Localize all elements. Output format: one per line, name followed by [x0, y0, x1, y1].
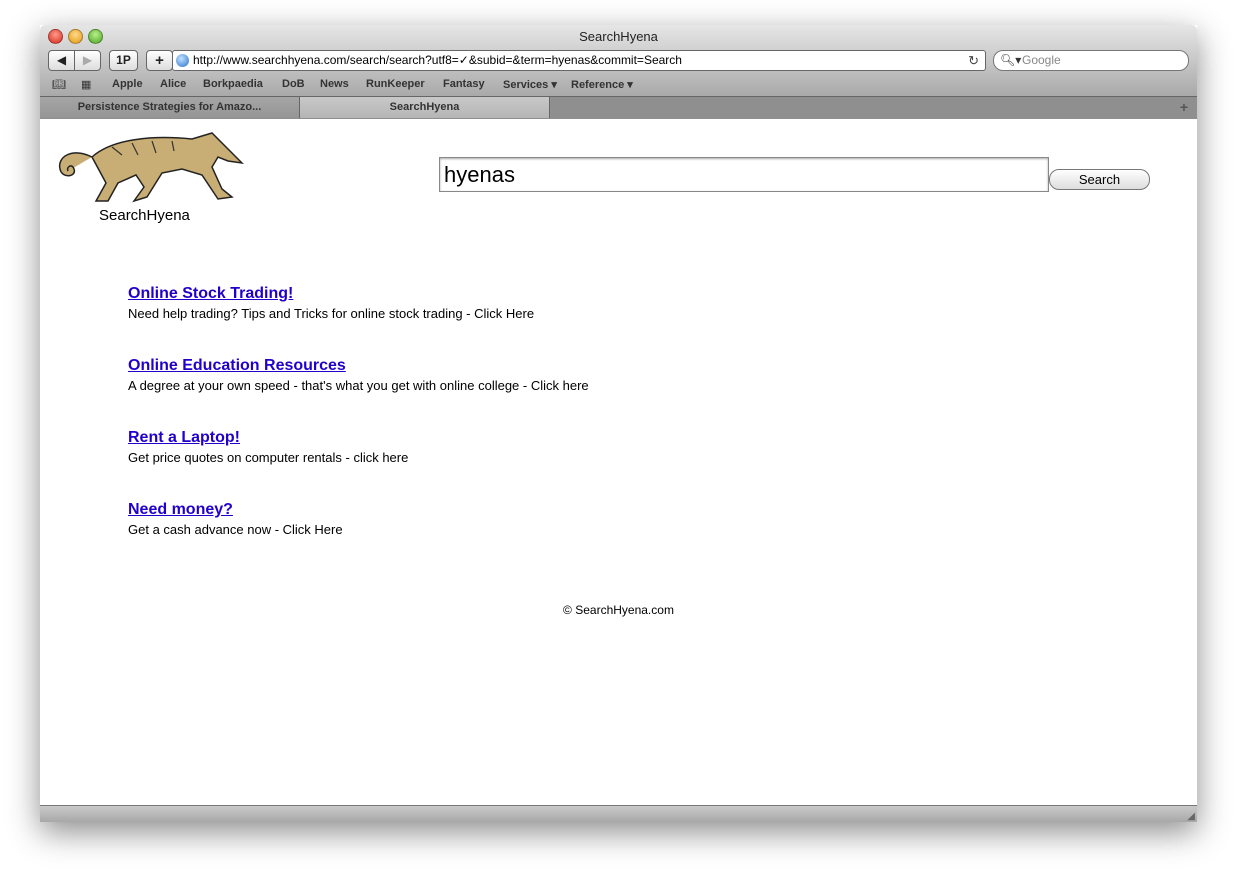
ad-item: Rent a Laptop! Get price quotes on comput…	[128, 429, 408, 465]
resize-handle-icon[interactable]: ◢	[1187, 811, 1195, 822]
ad-link[interactable]: Need money?	[128, 501, 233, 518]
ad-link[interactable]: Rent a Laptop!	[128, 429, 240, 446]
ad-description: Get a cash advance now - Click Here	[128, 522, 343, 537]
new-tab-icon[interactable]: +	[1177, 97, 1191, 118]
status-bar: ◢	[40, 805, 1197, 822]
bookmark-news[interactable]: News	[320, 78, 349, 90]
search-placeholder: Google	[1022, 53, 1061, 67]
top-sites-icon[interactable]: ▦	[81, 78, 91, 91]
add-bookmark-button[interactable]: +	[146, 50, 173, 71]
address-bar[interactable]: http://www.searchhyena.com/search/search…	[172, 50, 986, 71]
globe-icon	[176, 54, 189, 67]
url-text: http://www.searchhyena.com/search/search…	[193, 53, 682, 67]
reading-list-icon[interactable]: 📖︎	[52, 78, 66, 91]
bookmark-services[interactable]: Services ▾	[503, 78, 557, 91]
ad-item: Online Education Resources A degree at yo…	[128, 357, 589, 393]
bookmark-runkeeper[interactable]: RunKeeper	[366, 78, 425, 90]
browser-window: SearchHyena ◀ ▶ 1P + http://www.searchhy…	[40, 25, 1197, 822]
ad-description: A degree at your own speed - that's what…	[128, 378, 589, 393]
footer-copyright: © SearchHyena.com	[563, 603, 674, 617]
bookmark-borkpaedia[interactable]: Borkpaedia	[203, 78, 263, 90]
bookmark-reference[interactable]: Reference ▾	[571, 78, 633, 91]
ad-description: Get price quotes on computer rentals - c…	[128, 450, 409, 465]
tab-bar: Persistence Strategies for Amazo... Sear…	[40, 96, 1197, 120]
bookmark-alice[interactable]: Alice	[160, 78, 186, 90]
tab-searchhyena[interactable]: SearchHyena	[300, 97, 550, 118]
search-input[interactable]: hyenas	[439, 157, 1049, 192]
onepassword-button[interactable]: 1P	[109, 50, 138, 71]
page-content: SearchHyena hyenas Search Online Stock T…	[40, 119, 1197, 806]
bookmark-apple[interactable]: Apple	[112, 78, 143, 90]
google-search-field[interactable]: 🔍︎▾ Google	[993, 50, 1189, 71]
hyena-logo[interactable]	[52, 127, 244, 207]
bookmark-fantasy[interactable]: Fantasy	[443, 78, 485, 90]
window-title: SearchHyena	[579, 29, 658, 44]
toolbar: SearchHyena ◀ ▶ 1P + http://www.searchhy…	[40, 25, 1197, 96]
bookmark-dob[interactable]: DoB	[282, 78, 305, 90]
logo-text: SearchHyena	[99, 207, 190, 224]
ad-link[interactable]: Online Stock Trading!	[128, 285, 293, 302]
ad-link[interactable]: Online Education Resources	[128, 357, 346, 374]
back-button[interactable]: ◀	[48, 50, 75, 71]
search-icon: 🔍︎▾	[1000, 53, 1022, 67]
ad-item: Need money? Get a cash advance now - Clic…	[128, 501, 343, 537]
ad-item: Online Stock Trading! Need help trading? …	[128, 285, 534, 321]
search-button[interactable]: Search	[1049, 169, 1150, 190]
ad-description: Need help trading? Tips and Tricks for o…	[128, 306, 535, 321]
reload-icon[interactable]: ↻	[968, 51, 979, 70]
tab-persistence[interactable]: Persistence Strategies for Amazo...	[40, 97, 300, 118]
forward-button[interactable]: ▶	[74, 50, 101, 71]
